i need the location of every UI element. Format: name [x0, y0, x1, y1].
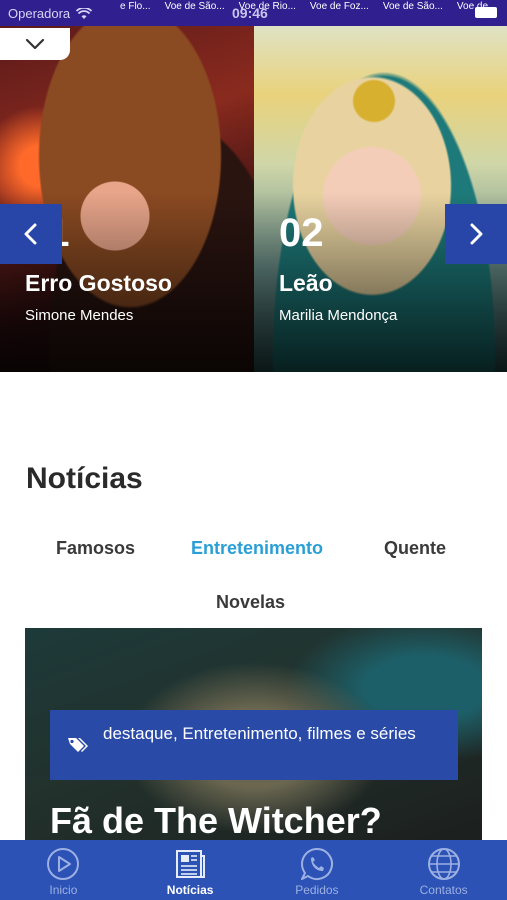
carousel-slide[interactable]: 01 Erro Gostoso Simone Mendes — [0, 26, 254, 372]
whatsapp-icon — [300, 848, 333, 880]
nav-item-pedidos[interactable]: Pedidos — [254, 840, 381, 900]
bottom-nav: Inicio Notícias Pedidos Contatos — [0, 840, 507, 900]
globe-icon — [427, 848, 460, 880]
ticker-item: Voe de Foz... — [309, 1, 369, 12]
carousel-slide[interactable]: 02 Leão Marilia Mendonça — [254, 26, 507, 372]
news-tags-text: destaque, Entretenimento, filmes e série… — [103, 724, 416, 743]
status-bar: Operadora e Flo... Voe de São... Voe de … — [0, 0, 507, 26]
carousel-prev-button[interactable] — [0, 204, 62, 264]
ticker-item: Voe de São... — [382, 1, 443, 12]
carrier-name: Operadora — [8, 6, 71, 21]
chevron-right-icon — [470, 223, 483, 245]
tab-quente[interactable]: Quente — [384, 538, 446, 559]
ticker-item: Voe de São... — [164, 1, 225, 12]
slide-song-title: Erro Gostoso — [25, 270, 172, 296]
slide-artist: Marilia Mendonça — [279, 307, 398, 324]
carousel-next-button[interactable] — [445, 204, 507, 264]
collapse-toggle-button[interactable] — [0, 28, 70, 60]
news-tags[interactable]: destaque, Entretenimento, filmes e série… — [50, 710, 458, 780]
carrier: Operadora — [8, 6, 93, 21]
slide-artist: Simone Mendes — [25, 307, 134, 324]
nav-label: Inicio — [49, 883, 78, 897]
nav-item-inicio[interactable]: Inicio — [0, 840, 127, 900]
tab-novelas[interactable]: Novelas — [216, 592, 285, 613]
nav-item-noticias[interactable]: Notícias — [127, 840, 254, 900]
chevron-left-icon — [24, 223, 37, 245]
nav-label: Pedidos — [295, 883, 339, 897]
tab-entretenimento[interactable]: Entretenimento — [191, 538, 323, 559]
battery-icon — [475, 7, 497, 18]
flight-ticker: e Flo... Voe de São... Voe de Rio... Voe… — [120, 1, 488, 12]
news-headline[interactable]: Fã de The Witcher? — [50, 800, 382, 842]
slide-rank: 02 — [279, 211, 324, 255]
clock: 09:46 — [232, 5, 268, 21]
tab-famosos[interactable]: Famosos — [56, 538, 135, 559]
chevron-down-icon — [25, 38, 45, 50]
wifi-icon — [76, 7, 93, 19]
newspaper-icon — [176, 850, 206, 878]
nav-label: Contatos — [419, 883, 468, 897]
news-section-title: Notícias — [26, 462, 143, 495]
tags-icon — [68, 738, 88, 752]
slide-song-title: Leão — [279, 270, 333, 296]
nav-item-contatos[interactable]: Contatos — [380, 840, 507, 900]
ticker-item: e Flo... — [120, 1, 151, 12]
play-circle-icon — [47, 848, 80, 880]
nav-label: Notícias — [166, 883, 214, 897]
top-songs-carousel[interactable]: 01 Erro Gostoso Simone Mendes 02 Leão Ma… — [0, 26, 507, 372]
